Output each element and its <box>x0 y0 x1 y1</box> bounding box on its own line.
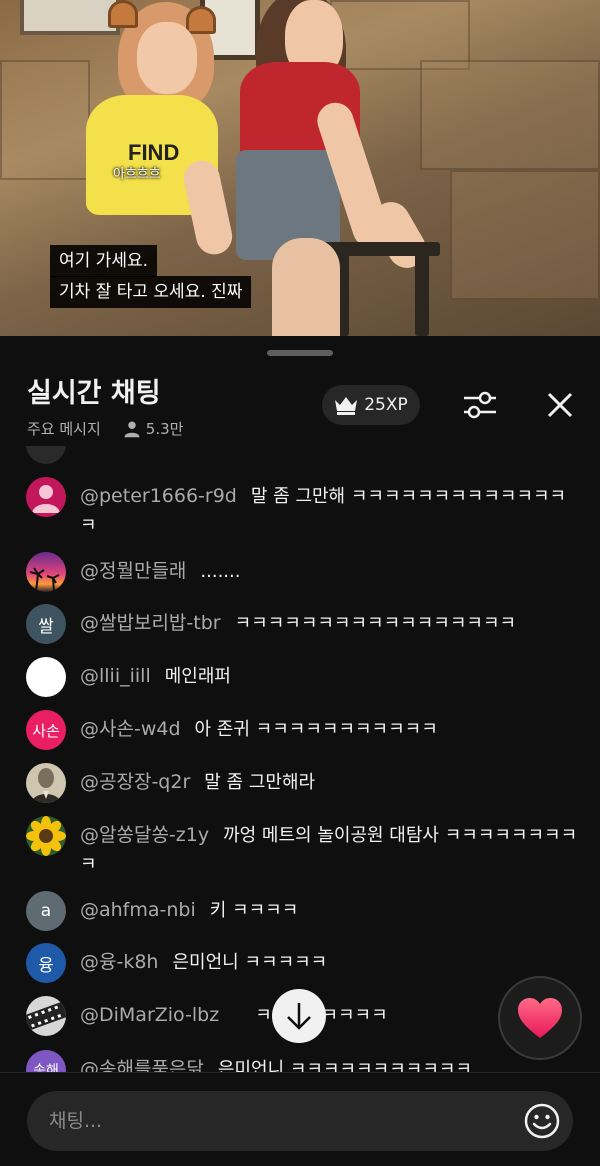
subtitle-line-2: 기차 잘 타고 오세요. 진짜 <box>50 276 252 308</box>
message-text: 말 좀 그만해라 <box>204 772 316 793</box>
avatar-initials: a <box>40 901 52 921</box>
foreground-hand <box>272 238 340 336</box>
chat-input[interactable] <box>27 1091 573 1151</box>
avatar-initials: 융 <box>38 955 54 976</box>
author-name[interactable]: @llii_iill <box>80 665 151 687</box>
avatar[interactable] <box>26 477 66 517</box>
avatar[interactable] <box>26 552 66 592</box>
message-text: ....... <box>200 561 241 582</box>
arm <box>180 157 236 258</box>
tune-sliders-icon <box>464 391 496 419</box>
message-text: 키 ㅋㅋㅋㅋ <box>209 900 299 921</box>
filter-button[interactable] <box>458 383 502 427</box>
chat-input-bar <box>0 1072 600 1166</box>
author-name[interactable]: @알쏭달쏭-z1y <box>80 824 209 846</box>
smiley-icon[interactable] <box>524 1103 560 1139</box>
panel-title: 실시간 채팅 <box>27 378 161 409</box>
wall-texture <box>450 170 600 300</box>
xp-badge-button[interactable]: 25XP <box>322 385 420 425</box>
chat-message: 송해 @송해를품은닭 은미언니 ㅋㅋㅋㅋㅋㅋㅋㅋㅋㅋㅋ <box>26 1050 586 1072</box>
message-text: ㅋㅋㅋㅋㅋㅋㅋㅋㅋㅋㅋㅋㅋㅋㅋㅋㅋ <box>234 613 517 634</box>
palm-sunset-image <box>29 567 60 592</box>
close-icon <box>547 392 573 418</box>
chat-message: a @ahfma-nbi 키 ㅋㅋㅋㅋ <box>26 891 586 931</box>
person-icon <box>124 421 140 437</box>
chat-message: @peter1666-r9d 말 좀 그만해 ㅋㅋㅋㅋㅋㅋㅋㅋㅋㅋㅋㅋㅋㅋ <box>26 477 586 540</box>
person-left-face <box>137 22 197 94</box>
bear-ear <box>186 6 216 34</box>
drag-handle[interactable] <box>267 350 333 356</box>
chat-message: @알쏭달쏭-z1y 까엉 메트의 놀이공원 대탐사 ㅋㅋㅋㅋㅋㅋㅋㅋㅋ <box>26 816 586 879</box>
video-player[interactable]: FIND 아흐흐흐 여기 가세요. 기차 잘 타고 오세요. 진짜 <box>0 0 600 336</box>
chat-mode-selector[interactable]: 주요 메시지 <box>27 418 101 439</box>
scroll-to-latest-button[interactable] <box>272 989 326 1043</box>
message-text: 은미언니 ㅋㅋㅋㅋㅋㅋㅋㅋㅋㅋㅋ <box>217 1059 473 1072</box>
close-button[interactable] <box>538 383 582 427</box>
avatar[interactable]: 사손 <box>26 710 66 750</box>
chat-message: 사손 @사손-w4d 아 존귀 ㅋㅋㅋㅋㅋㅋㅋㅋㅋㅋㅋ <box>26 710 586 750</box>
chat-message: @정뭘만들래....... <box>26 552 586 592</box>
bear-ear <box>108 0 138 28</box>
author-name[interactable]: @사손-w4d <box>80 718 181 740</box>
live-chat-panel: 실시간 채팅 주요 메시지 5.3만 25XP @peter1666-r9d 말… <box>0 338 600 1166</box>
message-text: 아 존귀 ㅋㅋㅋㅋㅋㅋㅋㅋㅋㅋㅋ <box>194 719 438 740</box>
window <box>20 0 120 35</box>
heart-reaction-icon <box>518 998 562 1038</box>
avatar[interactable]: 쌀 <box>26 604 66 644</box>
avatar[interactable]: 융 <box>26 943 66 983</box>
author-name[interactable]: @ahfma-nbi <box>80 899 196 921</box>
chat-message-list[interactable]: @peter1666-r9d 말 좀 그만해 ㅋㅋㅋㅋㅋㅋㅋㅋㅋㅋㅋㅋㅋㅋ @정뭘… <box>0 446 600 1072</box>
avatar[interactable] <box>26 446 66 464</box>
viewer-count: 5.3만 <box>145 420 184 438</box>
avatar[interactable]: a <box>26 891 66 931</box>
chat-message: @공장장-q2r 말 좀 그만해라 <box>26 763 586 803</box>
subtitle-line-1: 여기 가세요. <box>50 245 158 277</box>
chat-message: 융 @융-k8h 은미언니 ㅋㅋㅋㅋㅋ <box>26 943 586 983</box>
rail <box>415 250 429 336</box>
author-name[interactable]: @융-k8h <box>80 951 158 973</box>
default-avatar-icon <box>32 485 60 513</box>
author-name[interactable]: @peter1666-r9d <box>80 485 237 507</box>
avatar-initials: 쌀 <box>38 616 54 637</box>
avatar[interactable] <box>26 657 66 697</box>
arrow-down-icon <box>287 1003 311 1030</box>
heart-reaction-button[interactable] <box>498 976 582 1060</box>
sunflower-image <box>26 816 66 856</box>
avatar-initials: 사손 <box>32 721 60 740</box>
crown-icon <box>335 397 358 415</box>
author-name[interactable]: @쌀밥보리밥-tbr <box>80 612 221 634</box>
xp-label: 25XP <box>364 395 408 415</box>
video-sticker-caption: 아흐흐흐 <box>113 167 161 182</box>
author-name[interactable]: @송해를품은닭 <box>80 1058 204 1072</box>
film-strip-image <box>26 1001 66 1031</box>
wall-texture <box>0 60 90 180</box>
message-text: 은미언니 ㅋㅋㅋㅋㅋ <box>172 952 328 973</box>
message-text: 메인래퍼 <box>164 666 231 687</box>
avatar[interactable] <box>26 816 66 856</box>
avatar[interactable]: 송해 <box>26 1050 66 1072</box>
chat-mode-row: 주요 메시지 5.3만 <box>27 418 183 439</box>
author-name[interactable]: @정뭘만들래 <box>80 560 186 582</box>
wall-texture <box>420 60 600 170</box>
avatar[interactable] <box>26 996 66 1036</box>
chat-message-partial <box>26 446 586 464</box>
author-name[interactable]: @DiMarZio-lbz <box>80 1004 219 1026</box>
chat-message: @llii_iill 메인래퍼 <box>26 657 586 697</box>
author-name[interactable]: @공장장-q2r <box>80 771 190 793</box>
avatar-initials: 송해 <box>33 1063 59 1072</box>
chat-message: 쌀 @쌀밥보리밥-tbr ㅋㅋㅋㅋㅋㅋㅋㅋㅋㅋㅋㅋㅋㅋㅋㅋㅋ <box>26 604 586 644</box>
avatar[interactable] <box>26 763 66 803</box>
portrait-photo <box>31 768 61 803</box>
